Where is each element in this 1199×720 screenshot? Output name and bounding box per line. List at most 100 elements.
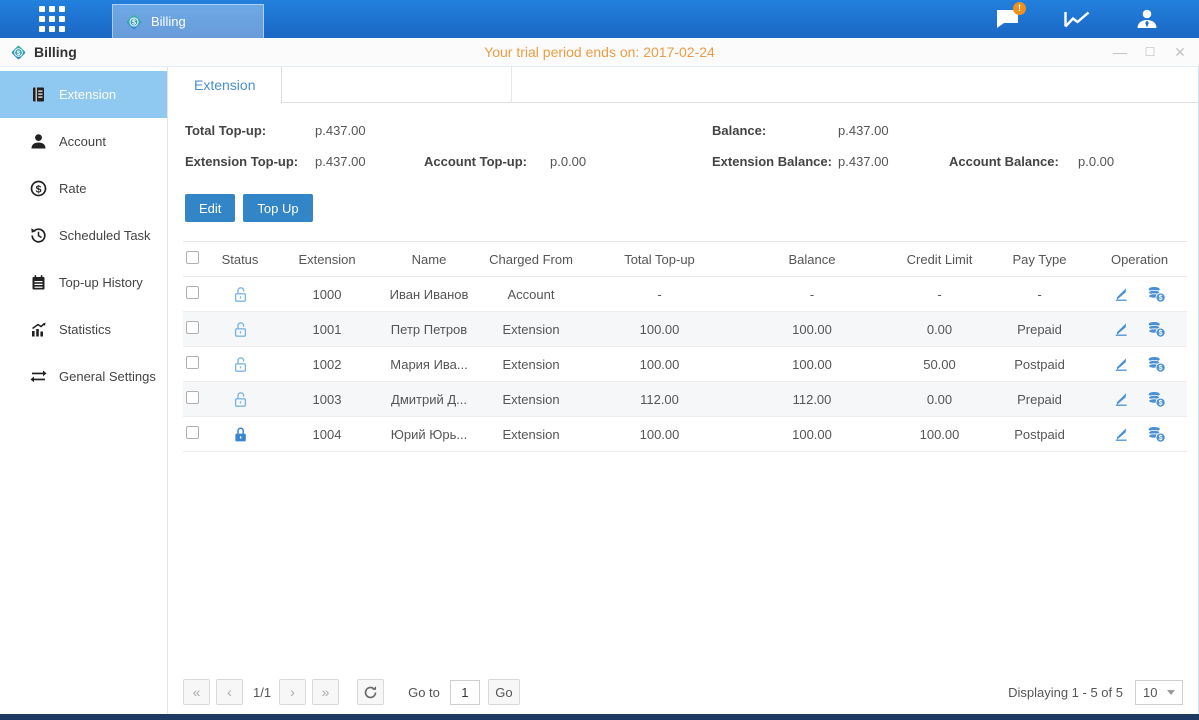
extension-cell: 1000 bbox=[271, 277, 383, 312]
total-topup-value: p.437.00 bbox=[315, 123, 424, 138]
sidebar-item-scheduled-task[interactable]: Scheduled Task bbox=[0, 212, 167, 259]
charged-from-cell: Extension bbox=[475, 382, 587, 417]
table-row[interactable]: 1003 Дмитрий Д... Extension 112.00 112.0… bbox=[183, 382, 1187, 417]
balance-label: Balance: bbox=[712, 123, 838, 138]
credit-limit-cell: 0.00 bbox=[892, 382, 987, 417]
goto-page-input[interactable] bbox=[450, 680, 480, 705]
extension-topup-value: p.437.00 bbox=[315, 154, 424, 169]
edit-button[interactable]: Edit bbox=[185, 194, 235, 222]
sidebar-item-label: Rate bbox=[59, 181, 86, 196]
refresh-button[interactable] bbox=[357, 679, 384, 705]
row-checkbox[interactable] bbox=[186, 391, 199, 404]
edit-pencil-icon[interactable] bbox=[1113, 286, 1129, 302]
balance-cell: 100.00 bbox=[732, 347, 892, 382]
account-topup-value: p.0.00 bbox=[550, 154, 712, 169]
page-size-select[interactable]: 10 bbox=[1135, 680, 1183, 705]
name-cell: Петр Петров bbox=[383, 312, 475, 347]
sidebar-item-general-settings[interactable]: General Settings bbox=[0, 353, 167, 400]
user-icon bbox=[1135, 7, 1159, 31]
extension-balance-label: Extension Balance: bbox=[712, 154, 838, 169]
next-page-button[interactable]: › bbox=[279, 679, 306, 705]
sidebar-item-extension[interactable]: Extension bbox=[0, 71, 167, 118]
total-topup-cell: 100.00 bbox=[587, 417, 732, 452]
summary-panel: Total Top-up: p.437.00 Extension Top-up:… bbox=[168, 103, 1198, 177]
notifications-button[interactable]: ! bbox=[993, 6, 1021, 32]
row-checkbox[interactable] bbox=[186, 426, 199, 439]
credit-limit-cell: 50.00 bbox=[892, 347, 987, 382]
row-checkbox[interactable] bbox=[186, 286, 199, 299]
user-menu-button[interactable] bbox=[1133, 6, 1161, 32]
last-page-button[interactable]: » bbox=[312, 679, 339, 705]
credit-limit-cell: 100.00 bbox=[892, 417, 987, 452]
table-row[interactable]: 1004 Юрий Юрь... Extension 100.00 100.00… bbox=[183, 417, 1187, 452]
table-row[interactable]: 1002 Мария Ива... Extension 100.00 100.0… bbox=[183, 347, 1187, 382]
extension-cell: 1001 bbox=[271, 312, 383, 347]
sidebar-item-label: Top-up History bbox=[59, 275, 143, 290]
balance-cell: - bbox=[732, 277, 892, 312]
table-row[interactable]: 1000 Иван Иванов Account - - - - $ bbox=[183, 277, 1187, 312]
sidebar-item-statistics[interactable]: Statistics bbox=[0, 306, 167, 353]
sidebar: Extension Account $ Rate bbox=[0, 67, 168, 714]
balance-cell: 100.00 bbox=[732, 312, 892, 347]
sidebar-item-rate[interactable]: $ Rate bbox=[0, 165, 167, 212]
status-cell bbox=[209, 417, 271, 452]
sidebar-item-label: Account bbox=[59, 134, 106, 149]
top-up-coins-icon[interactable]: $ bbox=[1147, 356, 1166, 373]
tab-strip-divider bbox=[282, 67, 512, 103]
rate-icon: $ bbox=[30, 180, 47, 197]
topbar-billing-tab[interactable]: $ Billing bbox=[112, 4, 264, 38]
top-up-coins-icon[interactable]: $ bbox=[1147, 321, 1166, 338]
topup-history-icon bbox=[30, 274, 47, 291]
minimize-button[interactable]: — bbox=[1113, 45, 1127, 59]
go-button[interactable]: Go bbox=[488, 679, 520, 705]
general-settings-icon bbox=[30, 368, 47, 385]
unlocked-icon bbox=[233, 321, 248, 338]
edit-pencil-icon[interactable] bbox=[1113, 321, 1129, 337]
top-bar: $ Billing ! bbox=[0, 0, 1199, 38]
chevron-down-icon bbox=[1167, 690, 1175, 695]
tab-extension[interactable]: Extension bbox=[168, 67, 282, 103]
balance-cell: 112.00 bbox=[732, 382, 892, 417]
trial-notice: Your trial period ends on: 2017-02-24 bbox=[0, 44, 1199, 60]
svg-text:$: $ bbox=[1159, 295, 1163, 302]
col-name: Name bbox=[383, 242, 475, 277]
sidebar-item-account[interactable]: Account bbox=[0, 118, 167, 165]
row-checkbox[interactable] bbox=[186, 356, 199, 369]
extension-balance-value: p.437.00 bbox=[838, 154, 949, 169]
status-cell bbox=[209, 277, 271, 312]
top-up-button[interactable]: Top Up bbox=[243, 194, 312, 222]
unlocked-icon bbox=[233, 356, 248, 373]
edit-pencil-icon[interactable] bbox=[1113, 391, 1129, 407]
app-launcher-button[interactable] bbox=[30, 0, 74, 38]
billing-diamond-icon: $ bbox=[10, 44, 27, 61]
maximize-button[interactable]: ☐ bbox=[1143, 45, 1157, 59]
unlocked-icon bbox=[233, 286, 248, 303]
total-topup-label: Total Top-up: bbox=[185, 123, 315, 138]
edit-pencil-icon[interactable] bbox=[1113, 356, 1129, 372]
statistics-button[interactable] bbox=[1063, 6, 1091, 32]
locked-icon bbox=[233, 426, 248, 443]
sidebar-item-label: Extension bbox=[59, 87, 116, 102]
page-indicator: 1/1 bbox=[253, 685, 271, 700]
top-up-coins-icon[interactable]: $ bbox=[1147, 286, 1166, 303]
extension-cell: 1003 bbox=[271, 382, 383, 417]
prev-page-button[interactable]: ‹ bbox=[216, 679, 243, 705]
table-row[interactable]: 1001 Петр Петров Extension 100.00 100.00… bbox=[183, 312, 1187, 347]
top-up-coins-icon[interactable]: $ bbox=[1147, 391, 1166, 408]
first-page-button[interactable]: « bbox=[183, 679, 210, 705]
select-all-checkbox[interactable] bbox=[186, 251, 199, 264]
page-size-value: 10 bbox=[1143, 685, 1157, 700]
chart-line-icon bbox=[1063, 8, 1091, 30]
col-balance: Balance bbox=[732, 242, 892, 277]
close-button[interactable]: ✕ bbox=[1173, 45, 1187, 59]
goto-label: Go to bbox=[408, 685, 440, 700]
extension-icon bbox=[30, 86, 47, 103]
sidebar-item-topup-history[interactable]: Top-up History bbox=[0, 259, 167, 306]
charged-from-cell: Extension bbox=[475, 347, 587, 382]
name-cell: Дмитрий Д... bbox=[383, 382, 475, 417]
status-cell bbox=[209, 347, 271, 382]
row-checkbox[interactable] bbox=[186, 321, 199, 334]
top-up-coins-icon[interactable]: $ bbox=[1147, 426, 1166, 443]
col-credit-limit: Credit Limit bbox=[892, 242, 987, 277]
edit-pencil-icon[interactable] bbox=[1113, 426, 1129, 442]
